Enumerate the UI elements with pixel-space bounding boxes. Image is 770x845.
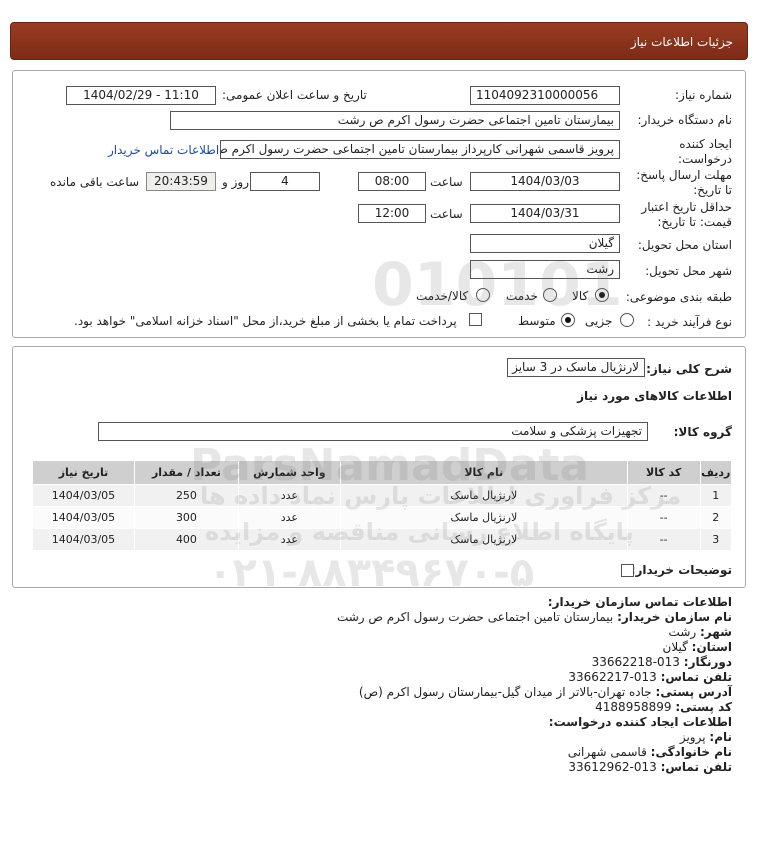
category-option-service: خدمت bbox=[506, 289, 538, 303]
cell-qty: 400 bbox=[133, 528, 239, 551]
need-number-field[interactable]: 1104092310000056 bbox=[470, 86, 620, 105]
goods-group-field[interactable]: تجهیزات پزشکی و سلامت bbox=[98, 422, 648, 441]
buyer-contact-link[interactable]: اطلاعات تماس خریدار bbox=[108, 143, 219, 157]
cell-date: 1404/03/05 bbox=[32, 506, 135, 529]
buyer-org-label: نام دستگاه خریدار: bbox=[637, 113, 733, 127]
buyer-org-field[interactable]: بیمارستان تامین اجتماعی حضرت رسول اکرم ص… bbox=[170, 111, 620, 130]
treasury-payment-checkbox[interactable] bbox=[469, 313, 482, 326]
cell-unit: عدد bbox=[237, 506, 341, 529]
cell-unit: عدد bbox=[237, 484, 341, 507]
creator-field[interactable]: پرویز قاسمی شهرانی کارپرداز بیمارستان تا… bbox=[220, 140, 620, 159]
validity-date-field[interactable]: 1404/03/31 bbox=[470, 204, 620, 223]
treasury-payment-note: پرداخت تمام یا بخشی از مبلغ خرید،از محل … bbox=[74, 314, 457, 328]
contact-address: آدرس پستی: جاده تهران-بالاتر از میدان گی… bbox=[358, 685, 732, 699]
category-radio-goods[interactable] bbox=[595, 288, 609, 302]
cell-row: 3 bbox=[699, 528, 733, 551]
days-remaining-field[interactable]: 4 bbox=[250, 172, 320, 191]
creator-info-title: اطلاعات ایجاد کننده درخواست: bbox=[548, 715, 732, 729]
announce-datetime-field[interactable]: 1404/02/29 - 11:10 bbox=[66, 86, 216, 105]
buyer-notes-label: توضیحات خریدار: bbox=[630, 563, 732, 577]
process-option-minor: جزیی bbox=[585, 314, 613, 328]
table-row: 2 -- لارنژیال ماسک عدد 300 1404/03/05 bbox=[32, 506, 733, 529]
cell-row: 2 bbox=[699, 506, 733, 529]
contact-org-title: اطلاعات تماس سازمان خریدار: bbox=[547, 595, 732, 609]
need-number-label: شماره نیاز: bbox=[675, 88, 732, 102]
cell-code: -- bbox=[626, 506, 701, 529]
process-option-medium: متوسط bbox=[518, 314, 556, 328]
cell-qty: 300 bbox=[133, 506, 239, 529]
province-label: استان محل تحویل: bbox=[637, 238, 732, 252]
contact-province: استان: گیلان bbox=[662, 640, 733, 654]
deadline-date-field[interactable]: 1404/03/03 bbox=[470, 172, 620, 191]
province-field[interactable]: گیلان bbox=[470, 234, 620, 253]
cell-date: 1404/03/05 bbox=[32, 484, 135, 507]
days-label: روز و bbox=[222, 175, 249, 189]
page-title: جزئیات اطلاعات نیاز bbox=[630, 35, 733, 49]
cell-name: لارنژیال ماسک bbox=[339, 506, 628, 529]
creator-last-name: نام خانوادگی: قاسمی شهرانی bbox=[567, 745, 732, 759]
creator-label-1: ایجاد کننده bbox=[679, 137, 732, 151]
cell-name: لارنژیال ماسک bbox=[339, 484, 628, 507]
process-radio-minor[interactable] bbox=[620, 313, 634, 327]
deadline-time-label: ساعت bbox=[430, 175, 463, 189]
city-field[interactable]: رشت bbox=[470, 260, 620, 279]
validity-label-1: حداقل تاریخ اعتبار bbox=[641, 200, 732, 214]
deadline-label-2: تا تاریخ: bbox=[693, 183, 732, 197]
contact-phone: تلفن تماس: 013-33662217 bbox=[568, 670, 732, 684]
cell-qty: 250 bbox=[133, 484, 239, 507]
city-label: شهر محل تحویل: bbox=[645, 264, 732, 278]
contact-fax: دورنگار: 013-33662218 bbox=[591, 655, 732, 669]
col-name: نام کالا bbox=[339, 460, 628, 485]
goods-info-title: اطلاعات کالاهای مورد نیاز bbox=[577, 389, 732, 403]
contact-postal: کد پستی: 4188958899 bbox=[595, 700, 732, 714]
summary-field[interactable]: لارنژیال ماسک در 3 سایز bbox=[507, 358, 645, 377]
validity-time-label: ساعت bbox=[430, 207, 463, 221]
cell-unit: عدد bbox=[237, 528, 341, 551]
contact-city: شهر: رشت bbox=[668, 625, 732, 639]
cell-name: لارنژیال ماسک bbox=[339, 528, 628, 551]
validity-label-2: قیمت: تا تاریخ: bbox=[657, 215, 732, 229]
cell-row: 1 bbox=[699, 484, 733, 507]
cell-date: 1404/03/05 bbox=[32, 528, 135, 551]
table-row: 1 -- لارنژیال ماسک عدد 250 1404/03/05 bbox=[32, 484, 733, 507]
col-qty: تعداد / مقدار bbox=[133, 460, 239, 485]
remaining-time-label: ساعت باقی مانده bbox=[50, 175, 140, 189]
contact-org-name: نام سازمان خریدار: بیمارستان تامین اجتما… bbox=[336, 610, 732, 624]
goods-table-header-row: ردیف کد کالا نام کالا واحد شمارش تعداد /… bbox=[32, 460, 733, 485]
process-radio-medium[interactable] bbox=[561, 313, 575, 327]
buyer-notes-checkbox[interactable] bbox=[621, 564, 634, 577]
category-label: طبقه بندی موضوعی: bbox=[625, 290, 732, 304]
category-option-goods: کالا bbox=[572, 289, 589, 303]
col-code: کد کالا bbox=[626, 460, 701, 485]
announce-label: تاریخ و ساعت اعلان عمومی: bbox=[222, 88, 367, 102]
deadline-time-field[interactable]: 08:00 bbox=[358, 172, 426, 191]
summary-label: شرح کلی نیاز: bbox=[646, 362, 732, 376]
cell-code: -- bbox=[626, 528, 701, 551]
category-option-goods-service: کالا/خدمت bbox=[416, 289, 469, 303]
col-date: تاریخ نیاز bbox=[32, 460, 135, 485]
creator-phone: تلفن تماس: 013-33612962 bbox=[568, 760, 732, 774]
page-header: جزئیات اطلاعات نیاز bbox=[10, 22, 748, 60]
goods-group-label: گروه کالا: bbox=[673, 425, 732, 439]
deadline-label-1: مهلت ارسال پاسخ: bbox=[636, 168, 732, 182]
goods-table: ردیف کد کالا نام کالا واحد شمارش تعداد /… bbox=[32, 460, 733, 551]
category-radio-goods-service[interactable] bbox=[476, 288, 490, 302]
creator-first-name: نام: پرویز bbox=[679, 730, 732, 744]
table-row: 3 -- لارنژیال ماسک عدد 400 1404/03/05 bbox=[32, 528, 733, 551]
col-unit: واحد شمارش bbox=[237, 460, 341, 485]
remaining-time-field: 20:43:59 bbox=[146, 172, 216, 191]
process-label: نوع فرآیند خرید : bbox=[647, 315, 732, 329]
col-row: ردیف bbox=[699, 460, 733, 485]
validity-time-field[interactable]: 12:00 bbox=[358, 204, 426, 223]
cell-code: -- bbox=[626, 484, 701, 507]
creator-label-2: درخواست: bbox=[678, 152, 732, 166]
category-radio-service[interactable] bbox=[543, 288, 557, 302]
